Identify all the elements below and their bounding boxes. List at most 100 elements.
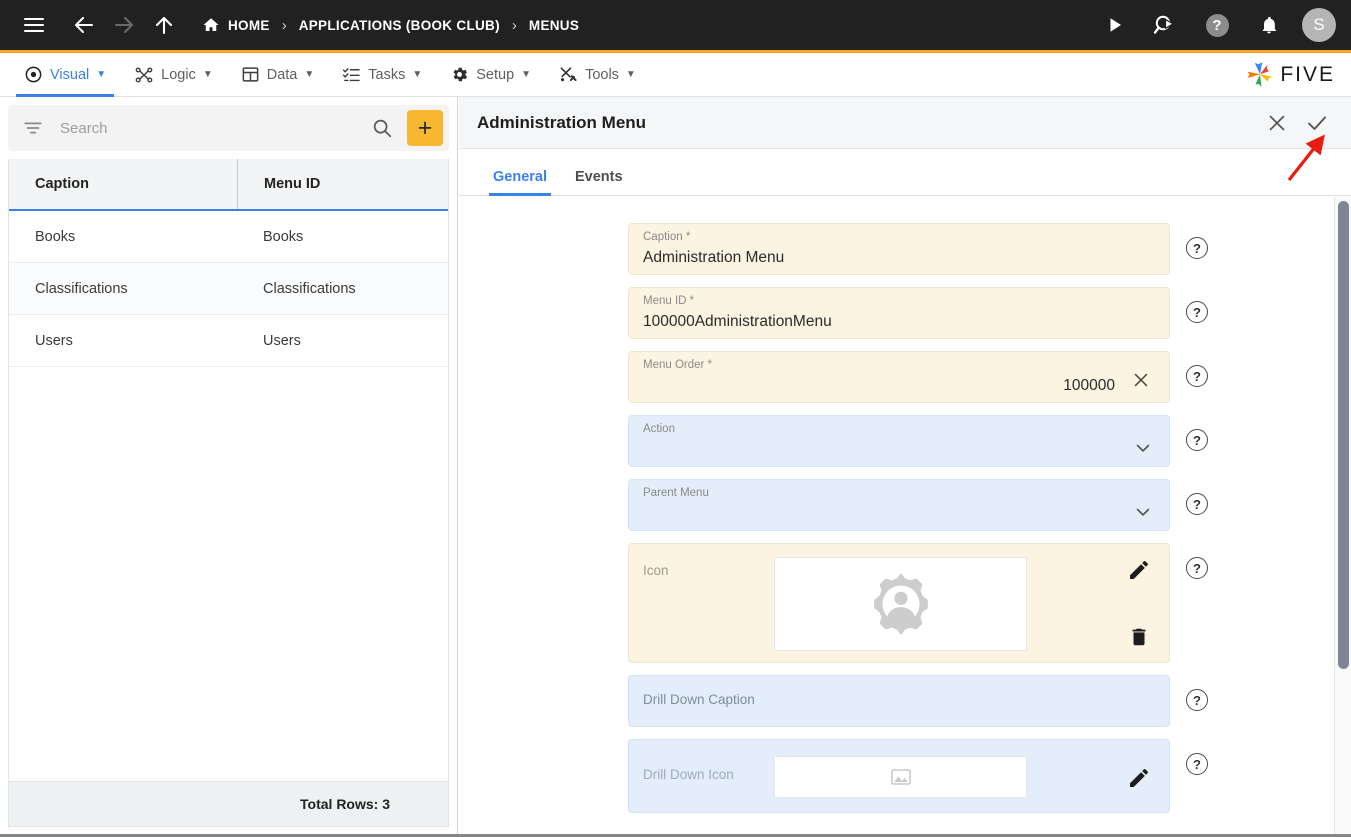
breadcrumb-menus[interactable]: MENUS (529, 18, 579, 33)
tab-events[interactable]: Events (561, 169, 637, 195)
help-icon[interactable]: ? (1186, 237, 1208, 259)
menu-order-field-value: 100000 (1063, 377, 1115, 394)
icon-field[interactable]: Icon (628, 543, 1170, 663)
menu-item-logic-label: Logic (161, 66, 196, 83)
trash-icon[interactable] (1128, 626, 1150, 648)
tab-general[interactable]: General (479, 169, 561, 196)
menu-item-visual[interactable]: Visual ▼ (10, 53, 120, 97)
column-header-caption[interactable]: Caption (9, 159, 237, 209)
up-arrow-icon[interactable] (144, 5, 184, 45)
breadcrumb-home-label: HOME (228, 17, 270, 33)
page-title: Administration Menu (477, 112, 647, 132)
search-input[interactable] (60, 119, 371, 137)
menu-item-setup[interactable]: Setup ▼ (436, 53, 545, 97)
vertical-scrollbar-thumb[interactable] (1338, 201, 1349, 669)
menu-id-field[interactable]: Menu ID * 100000AdministrationMenu (628, 287, 1170, 339)
detail-tabs: General Events (459, 149, 1351, 196)
notifications-bell-icon[interactable] (1249, 5, 1289, 45)
help-icon[interactable]: ? (1186, 365, 1208, 387)
help-icon[interactable]: ? (1186, 753, 1208, 775)
total-rows-label: Total Rows: 3 (300, 796, 390, 812)
pencil-icon[interactable] (1127, 558, 1151, 582)
breadcrumb-applications[interactable]: APPLICATIONS (BOOK CLUB) (299, 18, 500, 33)
drill-down-caption-label: Drill Down Caption (643, 692, 755, 707)
breadcrumb-separator-1: › (281, 16, 287, 34)
table-grid-icon (241, 65, 260, 84)
cell-caption: Users (35, 332, 73, 349)
menu-item-tools-label: Tools (585, 66, 619, 83)
menu-item-visual-label: Visual (50, 66, 90, 83)
add-record-button[interactable]: + (407, 110, 443, 146)
menu-order-field[interactable]: Menu Order * 100000 (628, 351, 1170, 403)
column-header-caption-label: Caption (35, 176, 89, 192)
menu-id-field-label: Menu ID * (643, 295, 695, 307)
checklist-icon (342, 65, 361, 84)
five-logo: FIVE (1245, 60, 1351, 90)
forward-arrow-icon[interactable] (104, 5, 144, 45)
help-icon[interactable]: ? (1186, 689, 1208, 711)
help-icon[interactable]: ? (1186, 429, 1208, 451)
checkmark-icon[interactable] (1297, 103, 1337, 143)
caption-field[interactable]: Caption * Administration Menu (628, 223, 1170, 275)
menu-item-tools[interactable]: Tools ▼ (545, 53, 650, 97)
menu-order-field-label: Menu Order * (643, 359, 713, 371)
vertical-scrollbar[interactable] (1334, 197, 1351, 837)
field-row-icon: Icon ? (459, 543, 1351, 663)
logic-nodes-icon (134, 65, 154, 85)
close-x-icon[interactable] (1257, 103, 1297, 143)
grid-footer: Total Rows: 3 (8, 782, 449, 827)
search-icon[interactable] (371, 117, 393, 139)
table-row[interactable]: Users Users (9, 315, 448, 367)
chevron-down-icon: ▼ (304, 69, 315, 80)
debug-search-icon[interactable] (1145, 5, 1185, 45)
tab-events-label: Events (575, 169, 623, 185)
breadcrumb-home[interactable]: HOME (202, 16, 270, 34)
table-row[interactable]: Classifications Classifications (9, 263, 448, 315)
help-icon-label: ? (1193, 432, 1201, 448)
pencil-icon[interactable] (1127, 766, 1151, 795)
breadcrumb-applications-label: APPLICATIONS (BOOK CLUB) (298, 17, 500, 33)
column-header-menu-id[interactable]: Menu ID (237, 159, 448, 209)
drill-down-caption-field[interactable]: Drill Down Caption (628, 675, 1170, 727)
drill-down-icon-field[interactable]: Drill Down Icon (628, 739, 1170, 813)
eye-icon (24, 65, 43, 84)
hamburger-menu-icon[interactable] (14, 5, 54, 45)
chevron-down-icon[interactable] (1133, 438, 1153, 463)
menu-item-data[interactable]: Data ▼ (227, 53, 329, 97)
field-row-action: Action ? (459, 415, 1351, 467)
menu-item-data-label: Data (266, 66, 298, 83)
help-icon[interactable]: ? (1186, 557, 1208, 579)
five-pinwheel-icon (1245, 60, 1275, 90)
avatar[interactable]: S (1299, 5, 1339, 45)
help-icon[interactable]: ? (1197, 5, 1237, 45)
run-play-icon[interactable] (1095, 5, 1135, 45)
home-icon (202, 16, 220, 34)
column-header-menu-id-label: Menu ID (264, 176, 321, 192)
chevron-down-icon[interactable] (1133, 502, 1153, 527)
caption-field-label: Caption * (643, 231, 691, 243)
field-row-drill-down-icon: Drill Down Icon ? (459, 739, 1351, 813)
five-logo-text: FIVE (1280, 62, 1335, 86)
breadcrumb-separator-2: › (511, 16, 517, 34)
help-icon[interactable]: ? (1186, 493, 1208, 515)
parent-menu-dropdown[interactable]: Parent Menu (628, 479, 1170, 531)
menu-id-field-value: 100000AdministrationMenu (643, 313, 832, 330)
records-grid: Caption Menu ID Books Books Classificati… (8, 159, 449, 782)
breadcrumb-menus-label: MENUS (528, 17, 580, 33)
icon-field-label: Icon (643, 563, 669, 578)
chevron-down-icon: ▼ (521, 69, 532, 80)
clear-x-icon[interactable] (1131, 370, 1151, 394)
add-record-label: + (417, 113, 433, 142)
back-arrow-icon[interactable] (64, 5, 104, 45)
tab-general-label: General (493, 169, 547, 185)
menu-item-tasks[interactable]: Tasks ▼ (328, 53, 436, 97)
menu-item-logic[interactable]: Logic ▼ (120, 53, 227, 97)
search-bar: + (8, 105, 449, 151)
grid-header-row: Caption Menu ID (9, 159, 448, 211)
help-icon[interactable]: ? (1186, 301, 1208, 323)
filter-icon[interactable] (22, 117, 44, 139)
table-row[interactable]: Books Books (9, 211, 448, 263)
cell-caption: Books (35, 228, 76, 245)
action-dropdown[interactable]: Action (628, 415, 1170, 467)
help-icon-label: ? (1193, 756, 1201, 772)
